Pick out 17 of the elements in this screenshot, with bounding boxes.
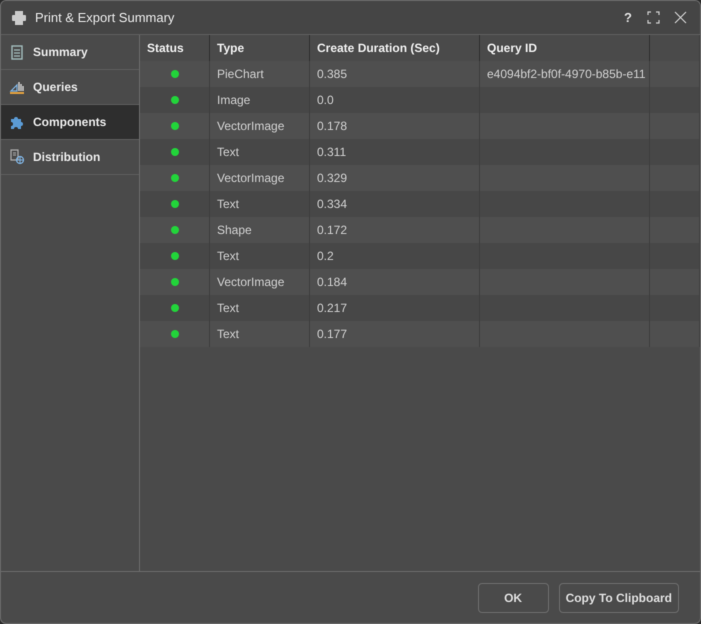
document-globe-icon: [9, 149, 25, 165]
sidebar-item-label: Summary: [33, 45, 88, 59]
puzzle-icon: [9, 114, 25, 130]
sidebar-item[interactable]: Distribution: [1, 140, 139, 175]
table-cell: 0.177: [310, 321, 480, 347]
bar-chart-icon: [9, 79, 25, 95]
window-title: Print & Export Summary: [35, 10, 176, 25]
sidebar-item[interactable]: Summary: [1, 35, 139, 70]
sidebar-item-label: Components: [33, 115, 106, 129]
clipboard-icon: [9, 44, 25, 60]
help-button[interactable]: ?: [620, 10, 636, 25]
sidebar-item[interactable]: Components: [1, 105, 139, 140]
sidebar-item-label: Queries: [33, 80, 78, 94]
copy-button[interactable]: Copy To Clipboard: [558, 582, 679, 612]
table-cell: Text: [210, 321, 310, 347]
sidebar-item-label: Distribution: [33, 150, 100, 164]
ok-button[interactable]: OK: [478, 582, 549, 612]
